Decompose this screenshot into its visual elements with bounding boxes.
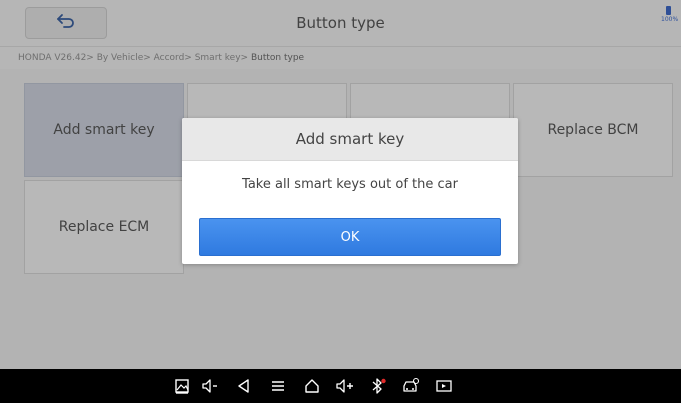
back-triangle-icon[interactable]	[230, 369, 258, 403]
dialog-title: Add smart key	[182, 118, 518, 161]
gallery-icon[interactable]	[168, 369, 196, 403]
system-navbar	[0, 369, 681, 403]
volume-down-icon[interactable]	[196, 369, 224, 403]
vci-icon[interactable]	[396, 369, 426, 403]
dialog-message: Take all smart keys out of the car	[242, 177, 458, 192]
volume-up-icon[interactable]	[330, 369, 360, 403]
menu-icon[interactable]	[264, 369, 292, 403]
screen-record-icon[interactable]	[430, 369, 458, 403]
bluetooth-icon[interactable]	[364, 369, 392, 403]
add-smart-key-dialog: Add smart key Take all smart keys out of…	[182, 118, 518, 264]
home-icon[interactable]	[298, 369, 326, 403]
screen: Button type 100% HONDA V26.42> By Vehicl…	[0, 0, 681, 403]
ok-button[interactable]: OK	[199, 218, 501, 256]
